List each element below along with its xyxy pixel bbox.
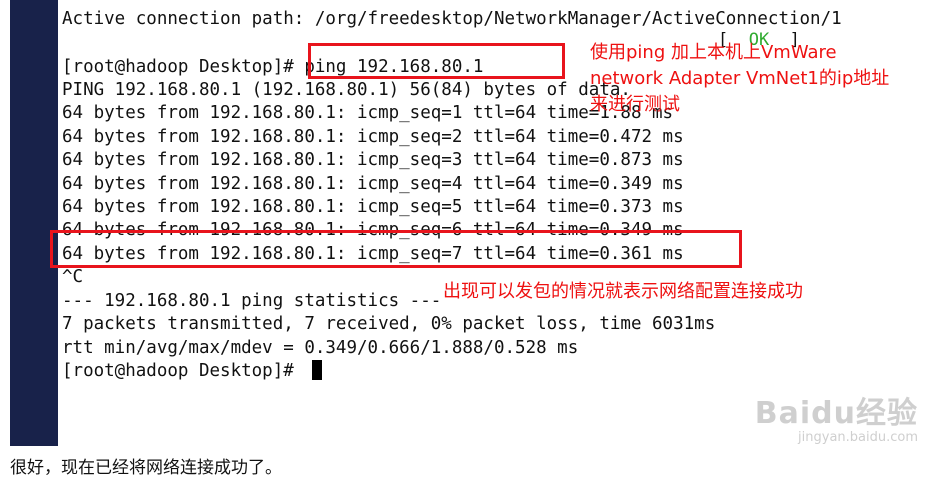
terminal-line-connection-path: Active connection path: /org/freedesktop… [62,9,842,29]
prompt-text: [root@hadoop Desktop]# [62,361,305,381]
terminal-line-reply-1: 64 bytes from 192.168.80.1: icmp_seq=1 t… [62,103,674,123]
article-caption: 很好，现在已经将网络连接成功了。 [10,458,282,478]
terminal-line-interrupt: ^C [62,267,84,287]
baidu-watermark: Baidu经验 jingyan.baidu.com [755,388,918,445]
watermark-brand: Baidu经验 [754,396,918,431]
terminal-line-prompt: [root@hadoop Desktop]# [62,360,323,382]
terminal-line-reply-2: 64 bytes from 192.168.80.1: icmp_seq=2 t… [62,127,684,147]
terminal-line-reply-5: 64 bytes from 192.168.80.1: icmp_seq=5 t… [62,197,684,217]
terminal-line-statistics-header: --- 192.168.80.1 ping statistics --- [62,291,442,311]
watermark-site: jingyan.baidu.com [798,430,918,445]
terminal-line-reply-4: 64 bytes from 192.168.80.1: icmp_seq=4 t… [62,174,684,194]
text-cursor [312,360,323,380]
annotation-success-note: 出现可以发包的情况就表示网络配置连接成功 [443,281,803,302]
terminal-line-packets-summary: 7 packets transmitted, 7 received, 0% pa… [62,314,716,334]
ping-command-highlight-box [308,43,565,79]
reply-highlight-box [50,230,742,268]
terminal-line-ping-header: PING 192.168.80.1 (192.168.80.1) 56(84) … [62,80,631,100]
terminal-line-rtt-summary: rtt min/avg/max/mdev = 0.349/0.666/1.888… [62,338,579,358]
annotation-ping-instruction: 使用ping 加上本机上VmWare network Adapter VmNet… [590,42,890,115]
terminal-line-reply-3: 64 bytes from 192.168.80.1: icmp_seq=3 t… [62,150,684,170]
terminal-side-bar [10,0,58,446]
